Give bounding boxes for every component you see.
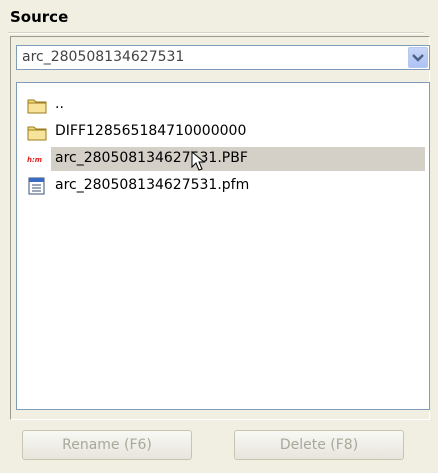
list-item-parent[interactable]: .. <box>21 93 425 117</box>
pbf-file-icon: h:m <box>27 150 47 168</box>
list-item-label: arc_280508134627531.pfm <box>55 177 250 193</box>
chevron-down-icon <box>412 54 424 62</box>
pfm-file-icon <box>27 177 47 195</box>
source-path-combobox[interactable]: arc_280508134627531 <box>16 45 430 70</box>
header-divider <box>8 32 424 34</box>
folder-icon <box>27 96 47 114</box>
svg-text:h:m: h:m <box>27 156 42 164</box>
source-header: Source <box>10 8 69 26</box>
delete-button[interactable]: Delete (F8) <box>234 430 404 460</box>
mouse-cursor-icon <box>191 151 206 171</box>
list-item-folder[interactable]: DIFF128565184710000000 <box>21 120 425 144</box>
folder-icon <box>27 123 47 141</box>
list-item-label: arc_280508134627531.PBF <box>55 150 248 166</box>
list-item-label: DIFF128565184710000000 <box>55 123 247 139</box>
list-item-pbf-file[interactable]: h:m arc_280508134627531.PBF <box>21 147 425 171</box>
dropdown-button[interactable] <box>408 47 428 68</box>
list-item-pfm-file[interactable]: arc_280508134627531.pfm <box>21 174 425 198</box>
list-item-label: .. <box>55 96 64 112</box>
source-path-value: arc_280508134627531 <box>22 49 185 65</box>
file-list[interactable]: .. DIFF128565184710000000 h:m arc_280508… <box>16 82 430 410</box>
rename-button[interactable]: Rename (F6) <box>22 430 192 460</box>
